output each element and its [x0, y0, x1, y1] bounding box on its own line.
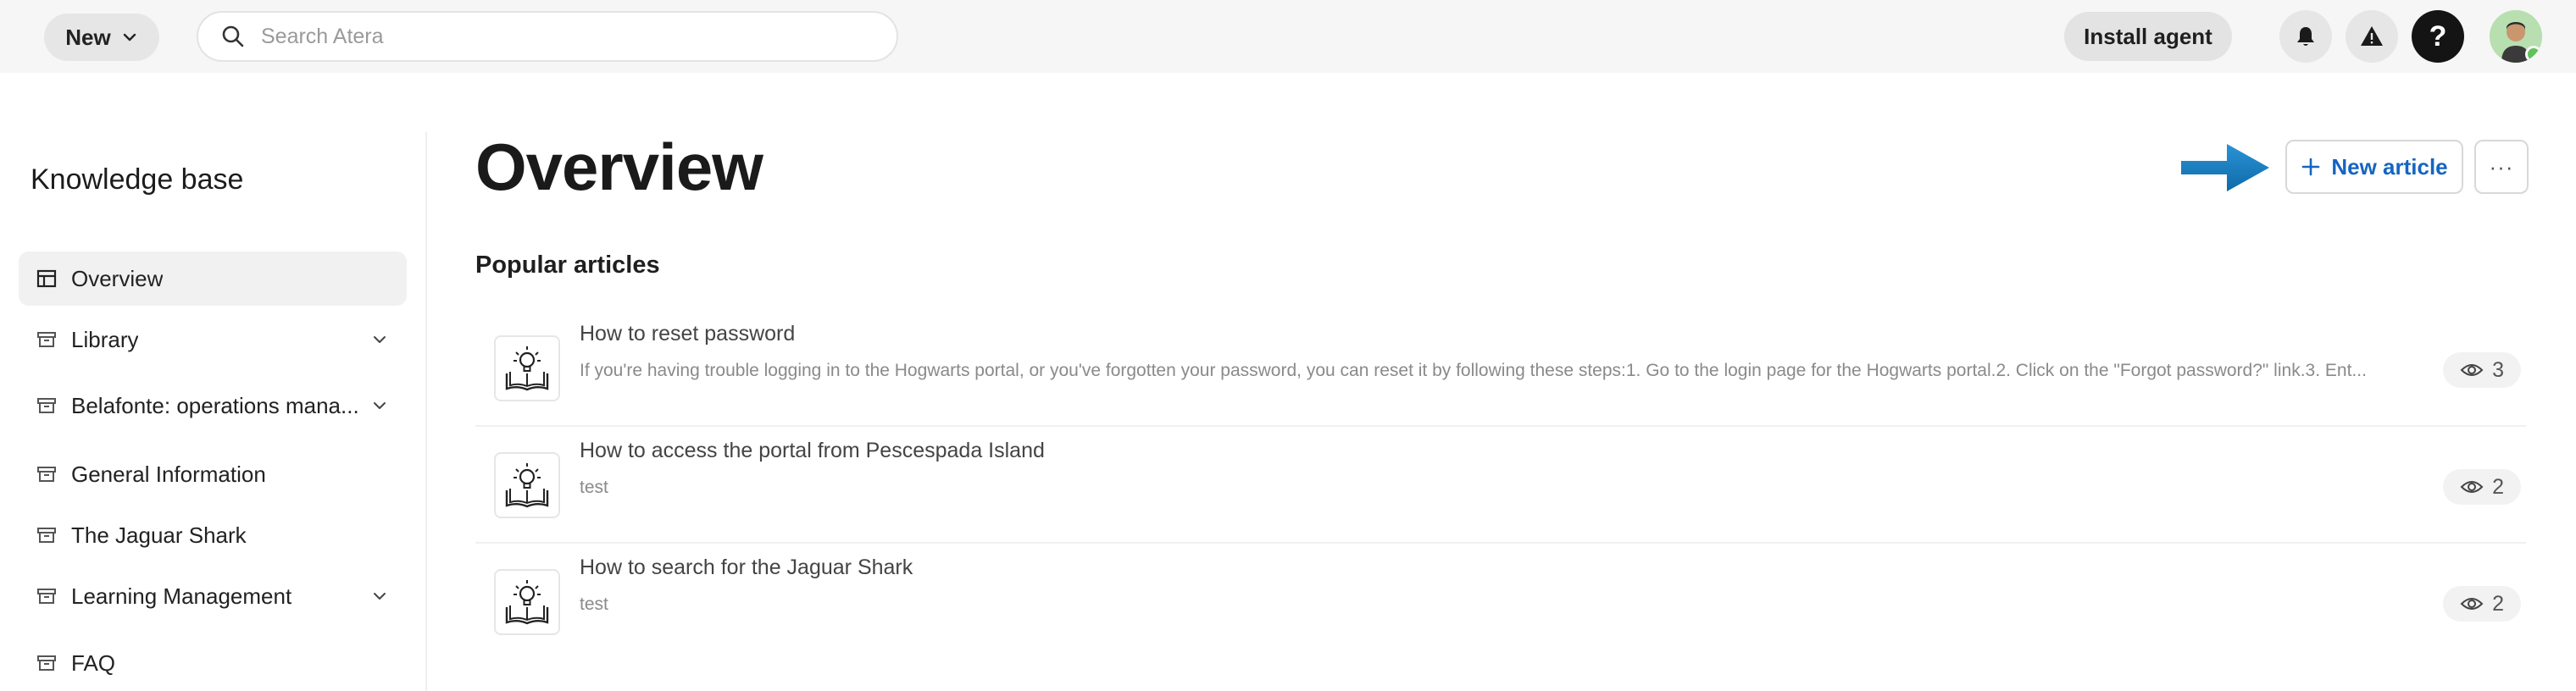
warning-icon — [2361, 26, 2383, 46]
view-count-badge: 2 — [2443, 586, 2521, 622]
install-agent-button[interactable]: Install agent — [2064, 12, 2232, 61]
archive-icon — [37, 332, 56, 347]
page-title: Overview — [475, 130, 763, 204]
view-count-badge: 3 — [2443, 352, 2521, 388]
eye-icon — [2460, 364, 2484, 376]
layout-icon — [36, 269, 57, 288]
new-menu-button[interactable]: New — [44, 14, 159, 61]
sidebar-item-learning-management[interactable]: Learning Management — [19, 569, 407, 623]
alerts-button[interactable] — [2346, 10, 2398, 63]
sidebar-item-overview[interactable]: Overview — [19, 252, 407, 306]
knowledge-base-title: Knowledge base — [31, 163, 244, 196]
chevron-down-icon — [123, 33, 136, 41]
book-lightbulb-icon — [505, 463, 549, 508]
eye-icon — [2460, 481, 2484, 493]
view-count-badge: 2 — [2443, 469, 2521, 505]
new-article-button[interactable]: New article — [2285, 140, 2463, 194]
archive-icon — [37, 589, 56, 604]
sidebar-divider — [425, 132, 427, 691]
sidebar-item-label: Belafonte: operations mana... — [71, 392, 359, 418]
article-thumbnail — [494, 569, 560, 635]
article-title[interactable]: How to reset password — [580, 322, 795, 346]
arrow-right-icon — [2181, 144, 2269, 191]
archive-icon — [37, 655, 56, 671]
sidebar-item-general-information[interactable]: General Information — [19, 447, 407, 501]
bell-icon — [2297, 27, 2314, 46]
sidebar-item-jaguar-shark[interactable]: The Jaguar Shark — [19, 508, 407, 562]
sidebar-item-label: FAQ — [71, 650, 116, 676]
article-thumbnail — [494, 452, 560, 518]
article-row[interactable]: How to reset password If you're having t… — [475, 310, 2526, 427]
chevron-down-icon[interactable] — [371, 588, 388, 605]
article-excerpt: test — [580, 478, 608, 497]
top-bar: New Install agent ? — [0, 0, 2576, 73]
article-excerpt: If you're having trouble logging in to t… — [580, 361, 2367, 380]
sidebar-item-library[interactable]: Library — [19, 312, 407, 367]
help-icon: ? — [2429, 19, 2447, 53]
new-article-label: New article — [2331, 153, 2448, 180]
online-status-dot — [2525, 46, 2542, 63]
eye-icon — [2460, 598, 2484, 610]
plus-icon — [2302, 158, 2320, 176]
new-button-label: New — [65, 24, 111, 50]
book-lightbulb-icon — [505, 580, 549, 625]
view-count: 2 — [2492, 591, 2504, 616]
view-count: 3 — [2492, 357, 2504, 382]
article-title[interactable]: How to access the portal from Pescespada… — [580, 439, 1045, 463]
sidebar-item-faq[interactable]: FAQ — [19, 636, 407, 690]
archive-icon — [37, 398, 56, 413]
article-thumbnail — [494, 335, 560, 401]
chevron-down-icon[interactable] — [371, 331, 388, 348]
article-excerpt: test — [580, 594, 608, 614]
sidebar-item-label: Overview — [71, 265, 164, 291]
sidebar-item-belafonte[interactable]: Belafonte: operations mana... — [19, 379, 407, 433]
book-lightbulb-icon — [505, 346, 549, 391]
sidebar-item-label: Learning Management — [71, 583, 292, 609]
notifications-button[interactable] — [2279, 10, 2332, 63]
user-avatar[interactable] — [2490, 10, 2542, 63]
chevron-down-icon[interactable] — [371, 397, 388, 414]
article-title[interactable]: How to search for the Jaguar Shark — [580, 556, 913, 580]
sidebar-item-label: Library — [71, 326, 139, 352]
help-button[interactable]: ? — [2412, 10, 2464, 63]
archive-icon — [37, 467, 56, 482]
article-row[interactable]: How to access the portal from Pescespada… — [475, 427, 2526, 544]
article-row[interactable]: How to search for the Jaguar Shark test … — [475, 544, 2526, 661]
search-icon — [222, 25, 244, 47]
search-bar[interactable] — [197, 11, 898, 62]
popular-articles-title: Popular articles — [475, 252, 660, 279]
view-count: 2 — [2492, 474, 2504, 499]
search-input[interactable] — [261, 24, 888, 49]
more-options-button[interactable]: ··· — [2474, 140, 2529, 194]
sidebar-item-label: General Information — [71, 461, 266, 487]
archive-icon — [37, 528, 56, 543]
sidebar-item-label: The Jaguar Shark — [71, 522, 247, 548]
